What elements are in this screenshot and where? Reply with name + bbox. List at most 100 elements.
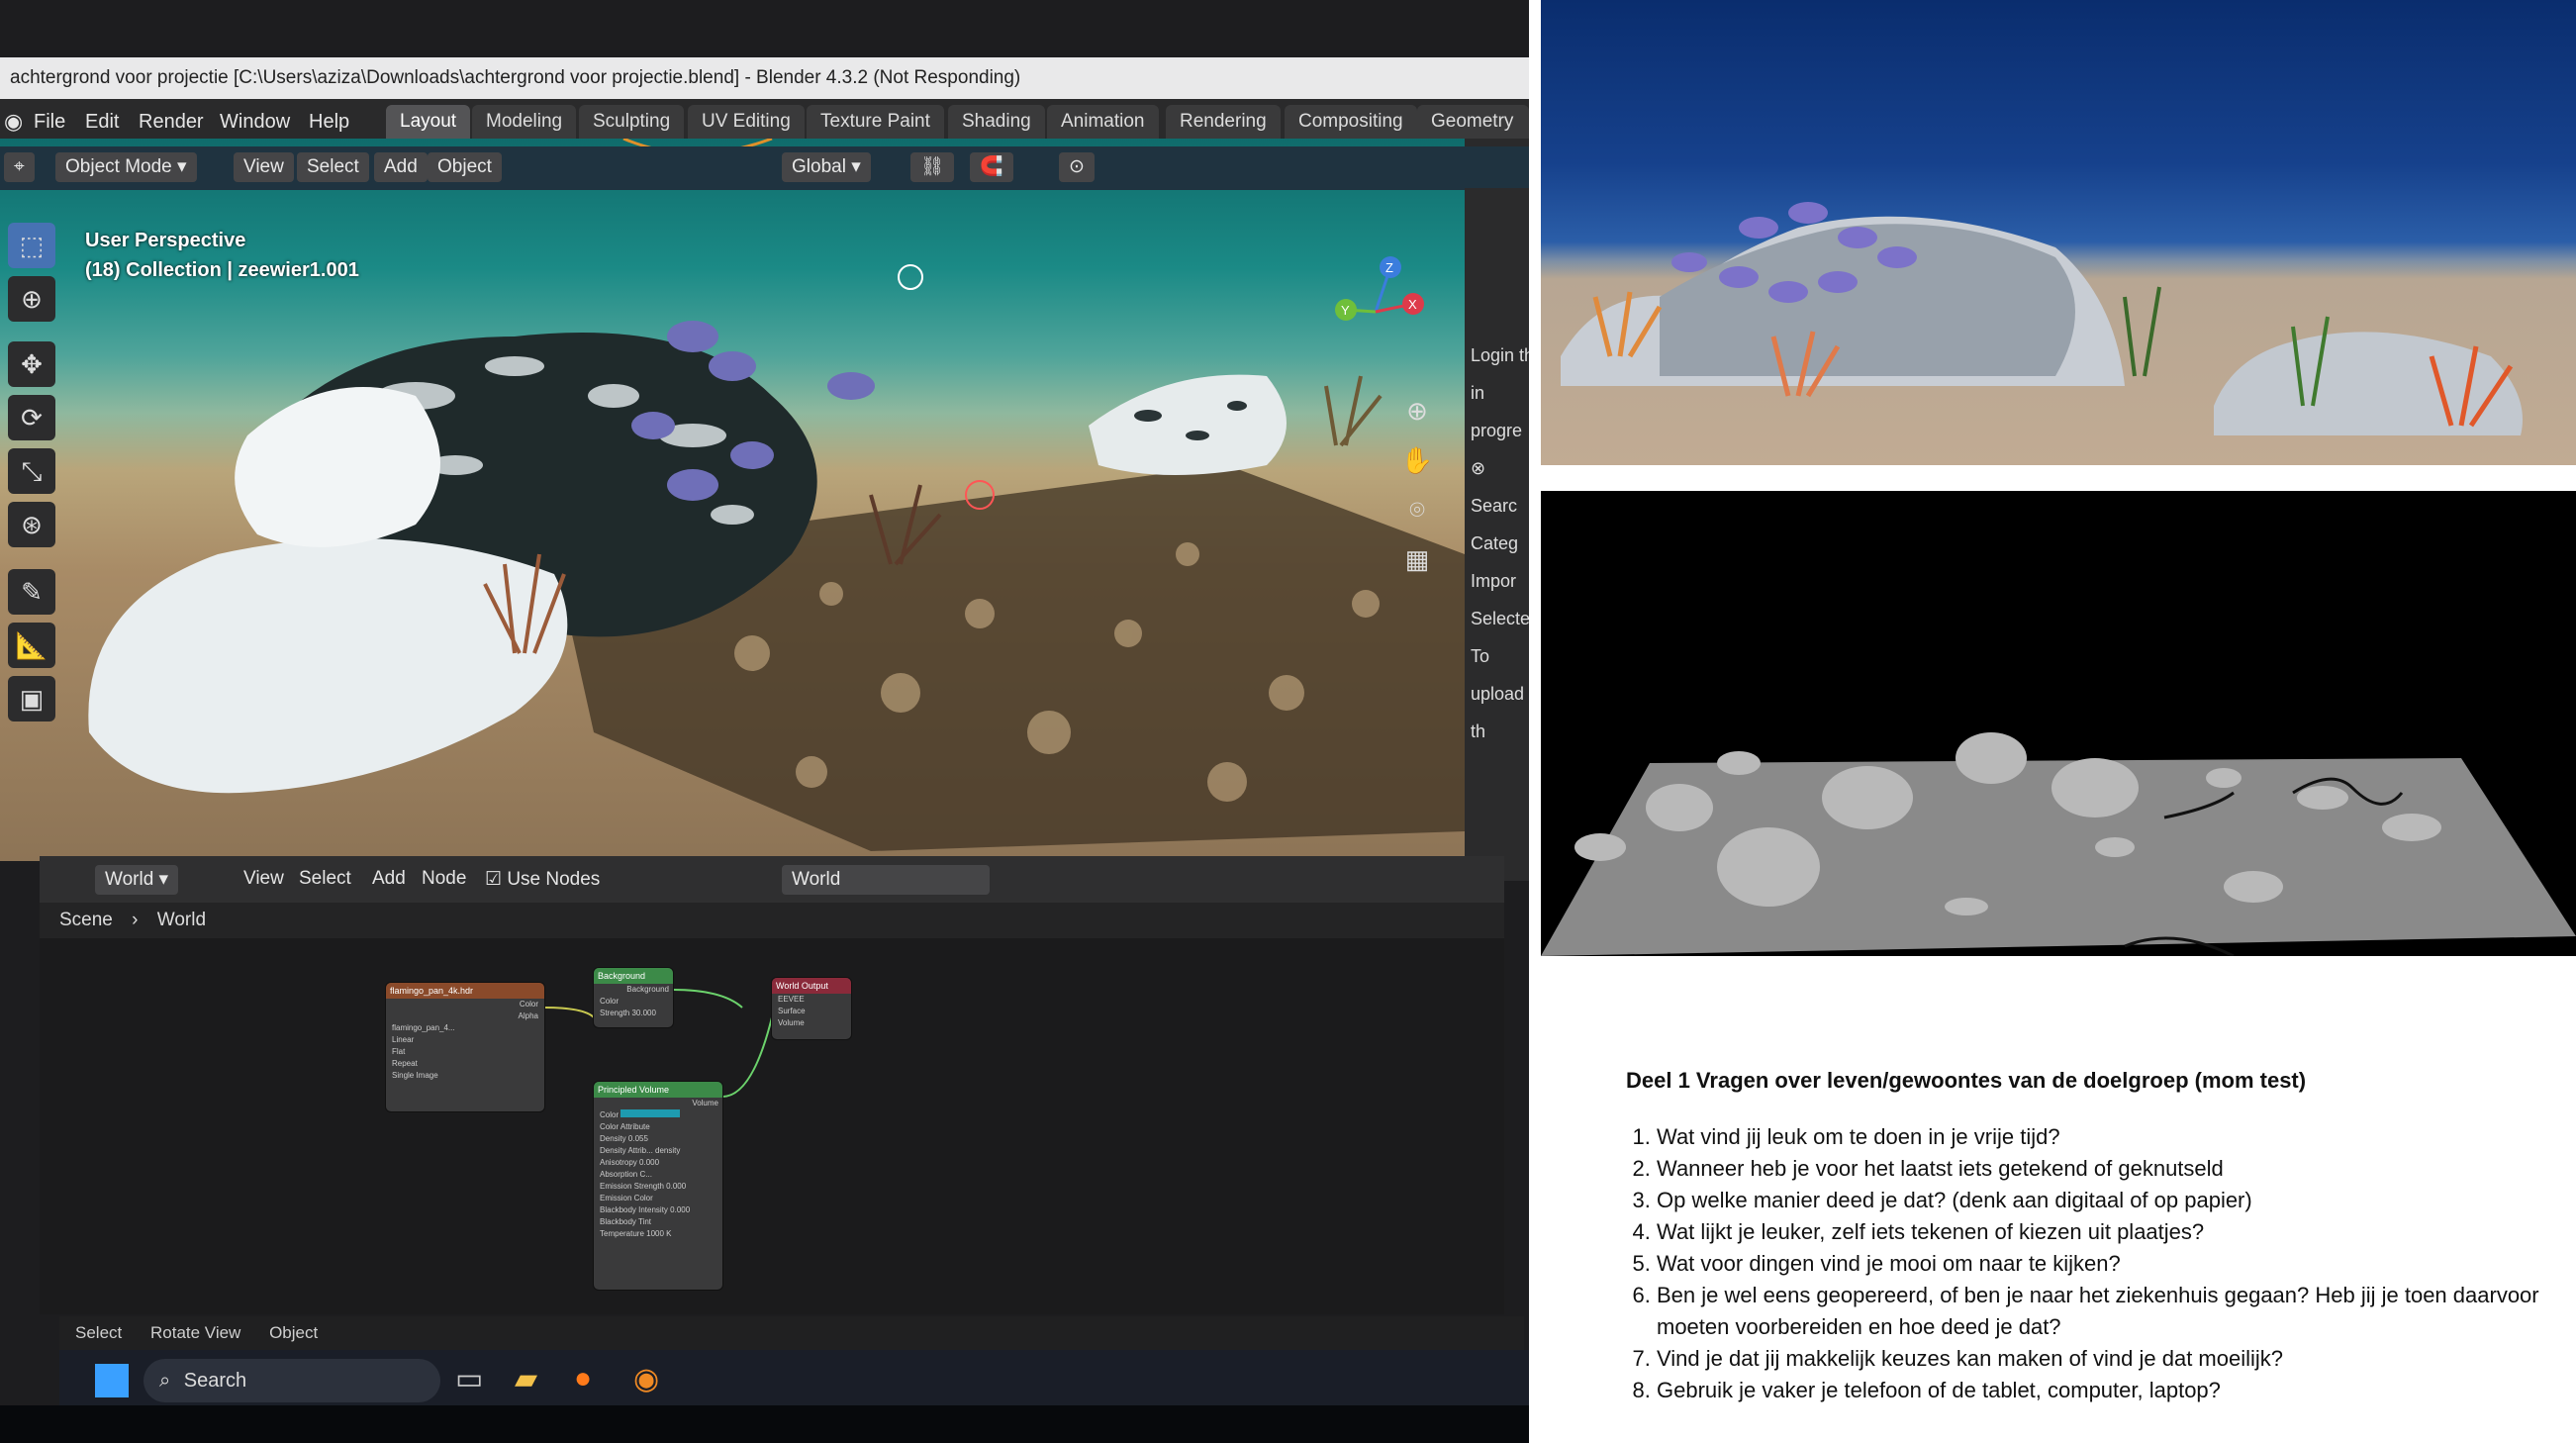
- volume-blackbody-intensity[interactable]: Blackbody Intensity 0.000: [594, 1204, 722, 1216]
- rotate-icon[interactable]: ⟳: [8, 395, 55, 440]
- world-output-node[interactable]: World Output EEVEE Surface Volume: [772, 978, 851, 1039]
- pivot-icon[interactable]: ⛓: [910, 152, 955, 182]
- move-icon[interactable]: ✥: [8, 341, 55, 387]
- list-item: Wat voor dingen vind je mooi om naar te …: [1657, 1248, 2567, 1280]
- ortho-grid-icon[interactable]: ▦: [1395, 534, 1439, 584]
- panel-cancel-icon[interactable]: ⊗: [1471, 449, 1529, 487]
- image-source[interactable]: Single Image: [386, 1070, 544, 1082]
- tab-animation[interactable]: Animation: [1047, 105, 1159, 139]
- tab-rendering[interactable]: Rendering: [1166, 105, 1281, 139]
- image-extension[interactable]: Repeat: [386, 1058, 544, 1070]
- volume-density-attr[interactable]: Density Attrib... density: [594, 1145, 722, 1157]
- node-menu-node[interactable]: Node: [422, 868, 466, 890]
- file-explorer-icon[interactable]: ▰: [515, 1362, 537, 1396]
- monitor-screen: achtergrond voor projectie [C:\Users\azi…: [0, 0, 1529, 1405]
- tab-sculpting[interactable]: Sculpting: [579, 105, 685, 139]
- tab-geometry-nodes[interactable]: Geometry N: [1417, 105, 1529, 165]
- menu-window[interactable]: Window: [220, 111, 290, 134]
- volume-emission-color[interactable]: Emission Color: [594, 1193, 722, 1204]
- breadcrumb-scene[interactable]: Scene: [40, 910, 113, 930]
- image-file-field[interactable]: flamingo_pan_4...: [386, 1022, 544, 1034]
- volume-output: Volume: [692, 1099, 718, 1107]
- tab-shading[interactable]: Shading: [948, 105, 1045, 139]
- navigation-gizmo[interactable]: Z Y X: [1326, 252, 1435, 361]
- list-item: Wat lijkt je leuker, zelf iets tekenen o…: [1657, 1216, 2567, 1248]
- world-output-target[interactable]: EEVEE: [772, 994, 851, 1006]
- volume-anisotropy[interactable]: Anisotropy 0.000: [594, 1157, 722, 1169]
- measure-icon[interactable]: 📐: [8, 623, 55, 668]
- firefox-icon[interactable]: ●: [574, 1362, 592, 1395]
- cursor-icon[interactable]: ⊕: [8, 276, 55, 322]
- tool-shelf: ⬚ ⊕ ✥ ⟳ ⤡ ⊛ ✎ 📐 ▣: [0, 223, 65, 722]
- orientation-label: Global: [792, 156, 846, 177]
- camera-icon[interactable]: ⌾: [1395, 485, 1439, 534]
- menu-edit[interactable]: Edit: [85, 111, 119, 134]
- task-view-icon[interactable]: ▭: [455, 1362, 483, 1396]
- tab-compositing[interactable]: Compositing: [1285, 105, 1417, 139]
- panel-search[interactable]: Searc: [1471, 487, 1529, 525]
- breadcrumb-separator-icon: ›: [132, 910, 139, 930]
- volume-density-field[interactable]: Density 0.055: [594, 1133, 722, 1145]
- volume-color-attribute[interactable]: Color Attribute: [594, 1121, 722, 1133]
- use-nodes-checkbox[interactable]: ☑ Use Nodes: [485, 868, 600, 891]
- volume-temperature[interactable]: Temperature 1000 K: [594, 1228, 722, 1240]
- node-menu-view[interactable]: View: [243, 868, 284, 890]
- tab-uv-editing[interactable]: UV Editing: [688, 105, 805, 139]
- node-menu-add[interactable]: Add: [372, 868, 406, 890]
- menu-file[interactable]: File: [34, 111, 65, 134]
- menu-help[interactable]: Help: [309, 111, 349, 134]
- snap-icon[interactable]: 🧲: [970, 152, 1013, 182]
- proportional-edit-icon[interactable]: ⊙: [1059, 152, 1095, 182]
- scale-icon[interactable]: ⤡: [8, 448, 55, 494]
- image-projection[interactable]: Flat: [386, 1046, 544, 1058]
- node-menu-select[interactable]: Select: [299, 868, 351, 890]
- image-texture-node[interactable]: flamingo_pan_4k.hdr Color Alpha flamingo…: [386, 983, 544, 1111]
- editor-type-icon[interactable]: ⌖: [4, 152, 35, 182]
- breadcrumb-world[interactable]: World: [157, 910, 206, 930]
- panel-categories[interactable]: Categ: [1471, 525, 1529, 562]
- world-slot-field[interactable]: World: [782, 865, 990, 895]
- gizmo-x-label: X: [1408, 297, 1417, 312]
- mode-dropdown[interactable]: Object Mode ▾: [55, 152, 197, 182]
- list-item: Vind je dat jij makkelijk keuzes kan mak…: [1657, 1343, 2567, 1375]
- node-editor-header: World ▾ View Select Add Node ☑ Use Nodes…: [40, 856, 1504, 904]
- menu-add[interactable]: Add: [374, 152, 428, 182]
- tab-layout[interactable]: Layout: [386, 105, 471, 139]
- volume-emission-strength[interactable]: Emission Strength 0.000: [594, 1181, 722, 1193]
- menu-view[interactable]: View: [234, 152, 294, 182]
- orientation-dropdown[interactable]: Global ▾: [782, 152, 871, 182]
- taskbar-search[interactable]: ⌕ Search: [143, 1359, 440, 1402]
- menu-select[interactable]: Select: [297, 152, 369, 182]
- add-cube-icon[interactable]: ▣: [8, 676, 55, 722]
- panel-selected[interactable]: Selected: [1471, 600, 1529, 637]
- volume-absorption[interactable]: Absorption C...: [594, 1169, 722, 1181]
- mode-label: Object Mode: [65, 156, 172, 177]
- principled-volume-node[interactable]: Principled Volume Volume Color Color Att…: [594, 1082, 722, 1290]
- background-strength-field[interactable]: Strength 30.000: [594, 1008, 673, 1019]
- menu-render[interactable]: Render: [139, 111, 204, 134]
- menu-object[interactable]: Object: [428, 152, 502, 182]
- select-box-icon[interactable]: ⬚: [8, 223, 55, 268]
- panel-upload-text: To upload th: [1471, 646, 1525, 741]
- tab-modeling[interactable]: Modeling: [472, 105, 577, 139]
- blender-logo-icon[interactable]: ◉: [4, 109, 23, 135]
- window-title: achtergrond voor projectie [C:\Users\azi…: [10, 67, 1021, 88]
- tab-texture-paint[interactable]: Texture Paint: [807, 105, 944, 139]
- viewport-nav-buttons: ⊕ ✋ ⌾ ▦: [1395, 386, 1439, 574]
- windows-start-icon[interactable]: [95, 1364, 129, 1397]
- volume-color-field[interactable]: Color: [594, 1109, 722, 1121]
- transform-icon[interactable]: ⊛: [8, 502, 55, 547]
- background-node[interactable]: Background Background Color Strength 30.…: [594, 968, 673, 1027]
- image-interpolation[interactable]: Linear: [386, 1034, 544, 1046]
- background-output: Background: [626, 985, 669, 994]
- world-type-dropdown[interactable]: World ▾: [95, 865, 179, 895]
- pan-hand-icon[interactable]: ✋: [1395, 435, 1439, 485]
- annotate-icon[interactable]: ✎: [8, 569, 55, 615]
- status-select: Select: [75, 1323, 123, 1342]
- sidebar-panel: Login thr in progre ⊗ Searc Categ Impor …: [1465, 188, 1529, 881]
- zoom-icon[interactable]: ⊕: [1395, 386, 1439, 435]
- node-canvas[interactable]: flamingo_pan_4k.hdr Color Alpha flamingo…: [40, 938, 1504, 1314]
- blender-taskbar-icon[interactable]: ◉: [633, 1362, 659, 1396]
- volume-blackbody-tint[interactable]: Blackbody Tint: [594, 1216, 722, 1228]
- panel-import[interactable]: Impor: [1471, 562, 1529, 600]
